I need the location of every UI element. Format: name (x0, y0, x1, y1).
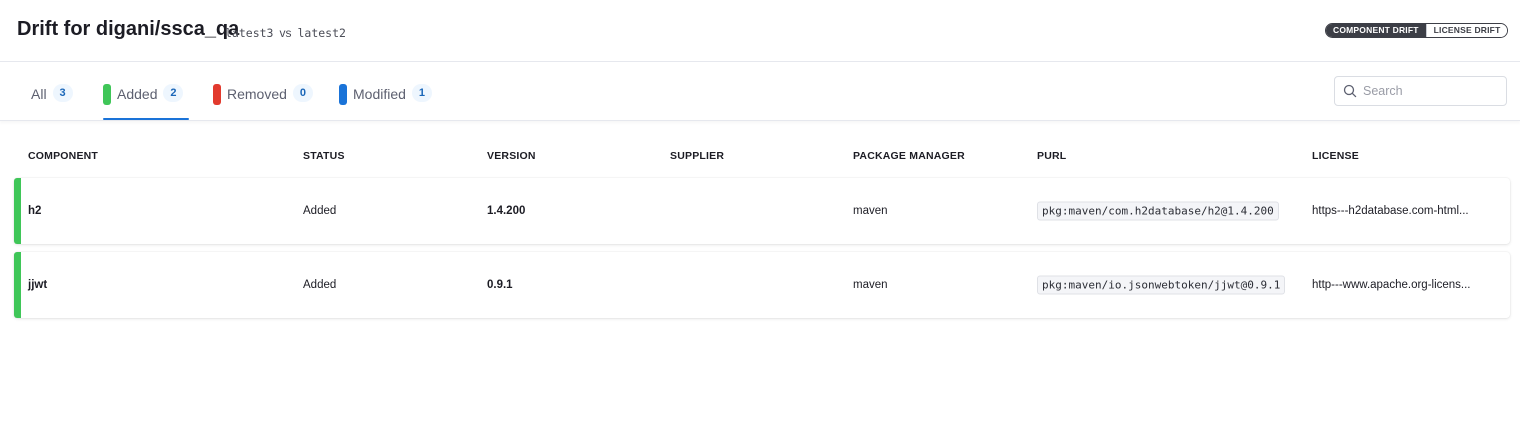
tab-count-badge: 0 (292, 84, 313, 102)
search-input[interactable] (1363, 84, 1493, 98)
tab-label: All (31, 86, 47, 102)
package-manager-text: maven (853, 279, 888, 291)
version-a: latest3 (225, 26, 274, 40)
component-name: jjwt (28, 279, 48, 291)
modified-status-bar (339, 84, 347, 105)
removed-status-bar (213, 84, 221, 105)
purl-code: pkg:maven/io.jsonwebtoken/jjwt@0.9.1 (1037, 275, 1286, 295)
active-tab-indicator (103, 118, 189, 120)
tab-label: Added (117, 86, 158, 102)
column-header-purl[interactable]: PURL (1037, 150, 1066, 162)
tab-count-badge: 2 (163, 84, 184, 102)
column-header-status[interactable]: STATUS (303, 150, 345, 162)
tab-modified[interactable]: Modified 1 (339, 84, 432, 120)
search-icon (1343, 84, 1357, 98)
page-header: Drift for digani/ssca_qa latest3 vs latest… (0, 0, 1520, 62)
search-box[interactable] (1334, 76, 1507, 106)
column-header-package-manager[interactable]: PACKAGE MANAGER (853, 150, 965, 162)
table-row[interactable]: h2 Added 1.4.200 maven pkg:maven/com.h2d… (14, 178, 1510, 244)
status-text: Added (303, 205, 337, 217)
package-manager-text: maven (853, 205, 888, 217)
license-drift-button[interactable]: LICENSE DRIFT (1425, 24, 1508, 37)
purl-code: pkg:maven/com.h2database/h2@1.4.200 (1037, 201, 1279, 221)
tab-added[interactable]: Added 2 (103, 84, 189, 120)
filter-tabs-bar: All 3 Added 2 Removed 0 Modified 1 (0, 62, 1520, 121)
version-text: 1.4.200 (487, 205, 526, 217)
added-status-bar (103, 84, 111, 105)
tab-count-badge: 3 (52, 84, 73, 102)
table-row[interactable]: jjwt Added 0.9.1 maven pkg:maven/io.json… (14, 252, 1510, 318)
table-header: COMPONENT STATUS VERSION SUPPLIER PACKAG… (0, 150, 1520, 166)
component-drift-button[interactable]: COMPONENT DRIFT (1326, 24, 1426, 37)
column-header-supplier[interactable]: SUPPLIER (670, 150, 724, 162)
tab-removed[interactable]: Removed 0 (213, 84, 313, 120)
page-title: Drift for digani/ssca_qa (17, 18, 240, 40)
version-b: latest2 (297, 26, 346, 40)
license-text: https---h2database.com-html... (1312, 205, 1469, 217)
drift-type-toggle: COMPONENT DRIFT LICENSE DRIFT (1325, 23, 1509, 38)
row-status-accent (14, 178, 21, 244)
tab-all[interactable]: All 3 (31, 84, 73, 120)
version-comparison: latest3 vs latest2 (225, 26, 346, 40)
tab-label: Modified (353, 86, 406, 102)
column-header-license[interactable]: LICENSE (1312, 150, 1359, 162)
status-text: Added (303, 279, 337, 291)
license-text: http---www.apache.org-licens... (1312, 279, 1471, 291)
component-name: h2 (28, 205, 42, 217)
row-status-accent (14, 252, 21, 318)
tab-label: Removed (227, 86, 287, 102)
vs-label: vs (279, 26, 292, 40)
column-header-component[interactable]: COMPONENT (28, 150, 98, 162)
version-text: 0.9.1 (487, 279, 513, 291)
column-header-version[interactable]: VERSION (487, 150, 536, 162)
tab-count-badge: 1 (411, 84, 432, 102)
